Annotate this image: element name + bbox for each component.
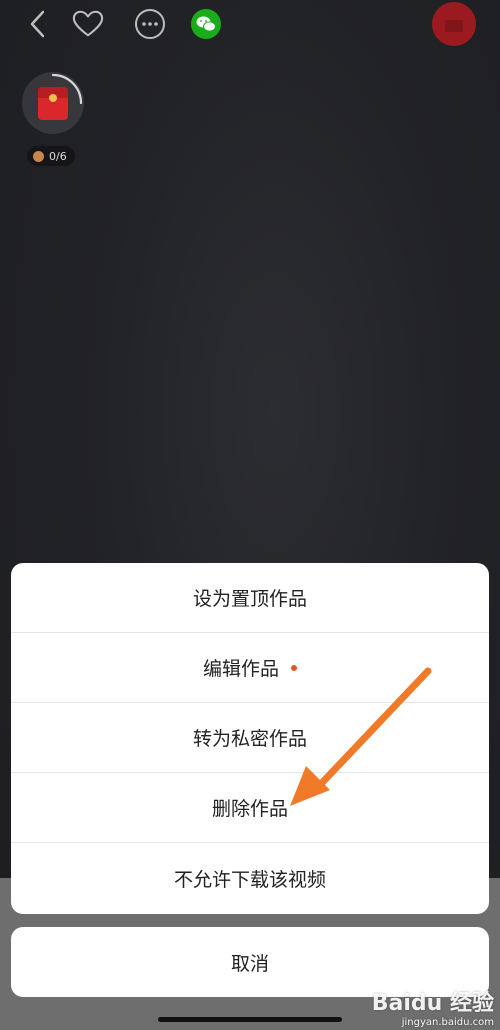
more-button[interactable] xyxy=(134,8,166,40)
menu-item-label: 设为置顶作品 xyxy=(192,588,307,610)
menu-item-label: 转为私密作品 xyxy=(192,728,307,750)
red-packet-widget[interactable] xyxy=(22,72,84,134)
home-indicator xyxy=(158,1017,342,1022)
heart-icon xyxy=(72,10,104,37)
back-button[interactable] xyxy=(22,8,54,40)
action-sheet: 设为置顶作品 编辑作品 转为私密作品 删除作品 不允许下载该视频 xyxy=(11,563,489,914)
watermark-logo: Baidu 经验 xyxy=(371,991,494,1016)
menu-item-pin[interactable]: 设为置顶作品 xyxy=(11,563,489,633)
menu-item-disable-download[interactable]: 不允许下载该视频 xyxy=(11,843,489,913)
gift-icon xyxy=(445,20,463,32)
menu-item-label: 删除作品 xyxy=(211,798,288,820)
baidu-watermark: Baidu 经验 jingyan.baidu.com xyxy=(372,985,494,1028)
red-packet-icon xyxy=(38,87,68,120)
top-right-red-button[interactable] xyxy=(432,2,476,46)
top-bar xyxy=(0,0,500,50)
wechat-icon xyxy=(191,9,221,39)
menu-item-edit[interactable]: 编辑作品 xyxy=(11,633,489,703)
new-dot-badge xyxy=(291,664,297,671)
watermark-url: jingyan.baidu.com xyxy=(401,1017,494,1028)
coin-icon xyxy=(33,150,44,162)
more-icon xyxy=(135,9,165,39)
back-icon xyxy=(30,10,45,38)
cancel-label: 取消 xyxy=(230,952,269,975)
wechat-share-button[interactable] xyxy=(190,8,222,40)
menu-item-label: 不允许下载该视频 xyxy=(173,868,326,891)
red-packet-progress: 0/6 xyxy=(27,146,75,166)
progress-text: 0/6 xyxy=(49,149,67,163)
menu-item-label: 编辑作品 xyxy=(202,658,279,680)
like-button[interactable] xyxy=(72,8,104,40)
menu-item-delete[interactable]: 删除作品 xyxy=(11,773,489,843)
menu-item-make-private[interactable]: 转为私密作品 xyxy=(11,703,489,773)
